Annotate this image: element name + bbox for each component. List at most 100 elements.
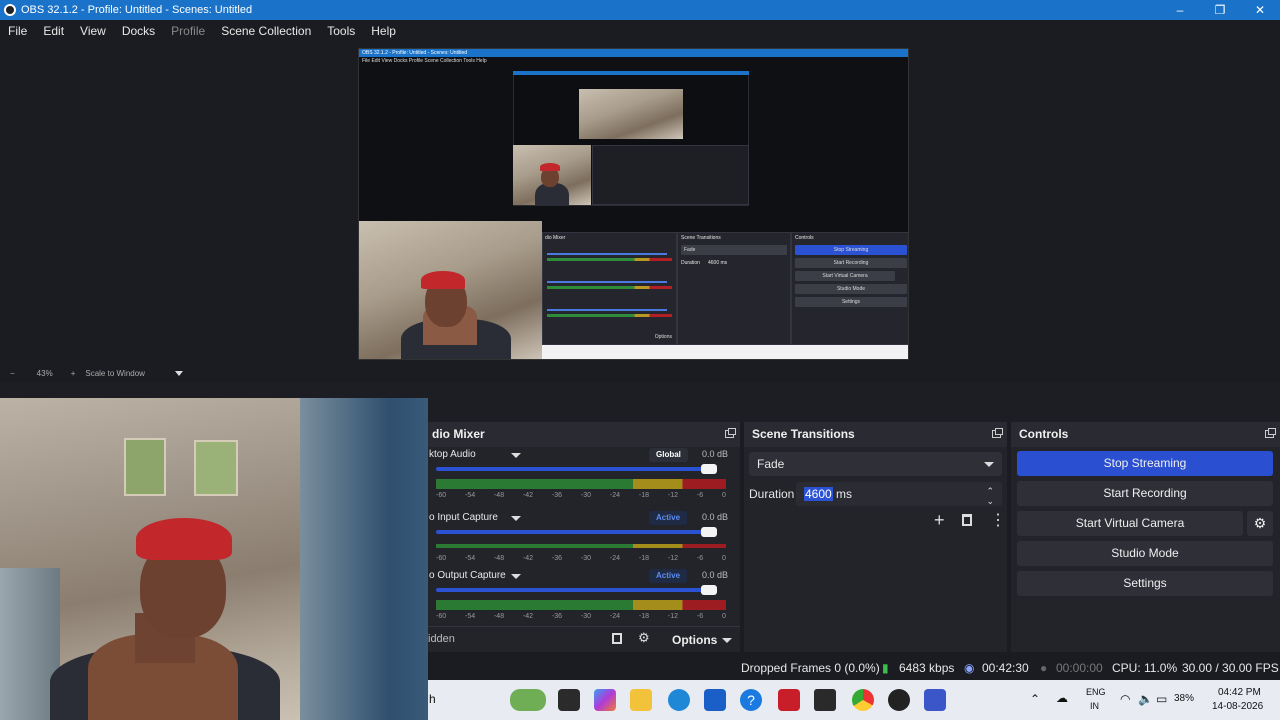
close-icon[interactable]: ✕ — [1240, 0, 1280, 20]
meter-tick-label: -18 — [638, 555, 650, 562]
more-options-icon[interactable]: ⋮ — [990, 510, 1006, 530]
nested-mini-docks — [592, 145, 749, 205]
clock-time[interactable]: 04:42 PM — [1218, 687, 1261, 698]
meter-tick-label: -54 — [464, 555, 476, 562]
undock-icon[interactable] — [1265, 428, 1276, 438]
menu-file[interactable]: File — [0, 24, 35, 38]
channel-menu-icon[interactable] — [511, 574, 521, 579]
meter-tick-label: -54 — [464, 492, 476, 499]
windows-taskbar: h ? ⌃ ☁ ENG IN ◠ 🔈 ▭ 38% 04:42 PM 14-08-… — [428, 680, 1280, 720]
search-box[interactable]: h — [429, 692, 436, 706]
menu-scene-collection[interactable]: Scene Collection — [213, 24, 319, 38]
mixer-settings-icon[interactable]: ⚙ — [638, 630, 650, 646]
volume-slider[interactable] — [436, 530, 717, 534]
language-line1[interactable]: ENG — [1086, 687, 1106, 697]
channel-menu-icon[interactable] — [511, 516, 521, 521]
poster-image — [194, 440, 238, 496]
clock-date[interactable]: 14-08-2026 — [1212, 701, 1263, 712]
language-line2[interactable]: IN — [1090, 701, 1099, 711]
nested-inner-titlebar — [513, 71, 749, 75]
meter-tick-label: -24 — [609, 492, 621, 499]
zoom-out-button[interactable]: − — [10, 369, 15, 378]
start-virtual-camera-button[interactable]: Start Virtual Camera — [1017, 511, 1243, 536]
nested-controls: Controls Stop Streaming Start Recording … — [791, 232, 908, 345]
studio-mode-button[interactable]: Studio Mode — [1017, 541, 1273, 566]
streaming-icon: ◉ — [964, 661, 975, 675]
battery-icon[interactable]: ▭ — [1156, 692, 1167, 706]
channel-badge: Global — [649, 448, 688, 462]
hidden-toggle[interactable]: idden — [428, 633, 455, 645]
undock-icon[interactable] — [992, 428, 1003, 438]
signal-bars-icon: ▮ — [882, 661, 889, 675]
minimize-icon[interactable]: – — [1160, 0, 1200, 20]
help-icon[interactable]: ? — [740, 689, 762, 711]
stop-streaming-button[interactable]: Stop Streaming — [1017, 451, 1273, 476]
settings-button[interactable]: Settings — [1017, 571, 1273, 596]
red-cap — [136, 518, 232, 560]
preview-canvas[interactable]: OBS 32.1.2 - Profile: Untitled - Scenes:… — [358, 48, 909, 360]
start-recording-button[interactable]: Start Recording — [1017, 481, 1273, 506]
controls-title: Controls — [1019, 427, 1069, 441]
copilot-icon[interactable] — [594, 689, 616, 711]
stream-time: 00:42:30 — [982, 661, 1029, 675]
cpu-usage: CPU: 11.0% — [1112, 661, 1178, 675]
volume-slider-knob[interactable] — [700, 585, 717, 595]
meter-tick-label: -6 — [696, 613, 704, 620]
meter-tick-label: -54 — [464, 613, 476, 620]
scale-mode-dropdown-icon[interactable] — [174, 370, 183, 376]
menu-help[interactable]: Help — [363, 24, 404, 38]
options-dropdown-icon[interactable] — [722, 638, 732, 643]
dropped-frames: Dropped Frames 0 (0.0%) — [741, 661, 880, 675]
dropbox-icon[interactable] — [814, 689, 836, 711]
nested-title-bar: OBS 32.1.2 - Profile: Untitled - Scenes:… — [359, 49, 908, 57]
mixer-channel: ktop Audio Global 0.0 dB -60 -54 -48 -42 -36… — [429, 448, 739, 507]
mixer-layout-icon[interactable] — [612, 633, 622, 644]
add-transition-icon[interactable]: + — [934, 510, 945, 531]
menu-docks[interactable]: Docks — [114, 24, 163, 38]
volume-slider-knob[interactable] — [700, 527, 717, 537]
chrome-icon[interactable] — [852, 689, 874, 711]
meter-tick-label: -48 — [493, 492, 505, 499]
zoom-level: 43% — [36, 368, 53, 378]
virtual-camera-settings-icon[interactable]: ⚙ — [1247, 511, 1273, 536]
delete-transition-icon[interactable] — [962, 514, 972, 526]
menu-edit[interactable]: Edit — [35, 24, 72, 38]
meter-tick-label: -30 — [580, 492, 592, 499]
task-view-icon[interactable] — [558, 689, 580, 711]
volume-icon[interactable]: 🔈 — [1138, 692, 1153, 706]
obs-taskbar-icon[interactable] — [888, 689, 910, 711]
duration-spinbox[interactable]: 4600 ms ⌃ ⌄ — [796, 482, 1002, 506]
menu-tools[interactable]: Tools — [319, 24, 363, 38]
wifi-icon[interactable]: ◠ — [1120, 692, 1130, 706]
meter-tick-label: -30 — [580, 555, 592, 562]
zoom-in-button[interactable]: + — [71, 369, 76, 378]
menu-profile[interactable]: Profile — [163, 24, 213, 38]
mcafee-icon[interactable] — [778, 689, 800, 711]
store-icon[interactable] — [704, 689, 726, 711]
options-button[interactable]: Options — [672, 633, 717, 647]
widgets-icon[interactable] — [510, 689, 546, 711]
meter-ticks: -60 -54 -48 -42 -36 -30 -24 -18 -12 -6 0 — [436, 613, 726, 620]
app-icon[interactable] — [924, 689, 946, 711]
edge-icon[interactable] — [668, 689, 690, 711]
chevron-down-icon — [984, 462, 994, 467]
undock-icon[interactable] — [725, 428, 736, 438]
tray-overflow-icon[interactable]: ⌃ — [1030, 692, 1040, 706]
poster-image — [124, 438, 166, 496]
scale-mode[interactable]: Scale to Window — [85, 369, 145, 378]
channel-badge: Active — [649, 511, 688, 525]
volume-slider-knob[interactable] — [700, 464, 717, 474]
volume-slider[interactable] — [436, 588, 717, 592]
meter-tick-label: -42 — [522, 613, 534, 620]
volume-slider[interactable] — [436, 467, 717, 471]
meter-tick-label: -12 — [667, 613, 678, 620]
restore-icon[interactable]: ❐ — [1200, 0, 1240, 20]
duration-label: Duration — [749, 487, 795, 501]
menu-view[interactable]: View — [72, 24, 114, 38]
meter-tick-label: 0 — [721, 613, 726, 620]
meter-tick-label: 0 — [721, 492, 726, 499]
onedrive-icon[interactable]: ☁ — [1056, 691, 1068, 705]
transition-select[interactable]: Fade — [749, 452, 1002, 476]
channel-menu-icon[interactable] — [511, 453, 521, 458]
file-explorer-icon[interactable] — [630, 689, 652, 711]
